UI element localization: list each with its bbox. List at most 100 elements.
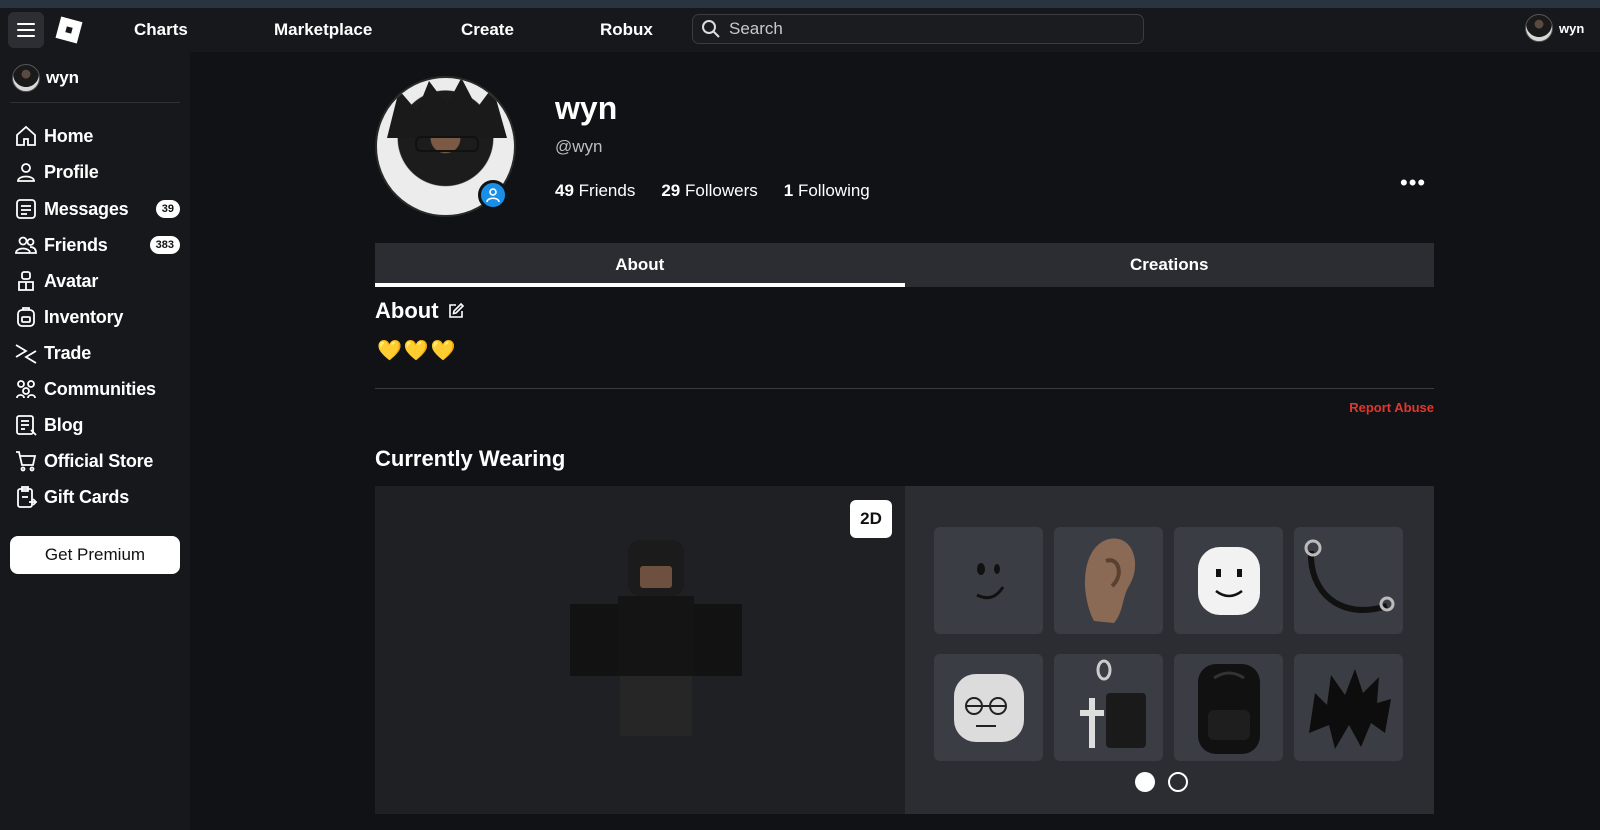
sleepy-head-icon — [953, 673, 1024, 742]
messages-badge: 39 — [155, 200, 180, 218]
top-user-name: wyn — [1559, 20, 1585, 36]
sidebar-divider — [10, 102, 180, 103]
get-premium-button[interactable]: Get Premium — [10, 536, 180, 574]
sidebar-item-label: Official Store — [44, 450, 154, 471]
smile-head-icon — [1197, 546, 1260, 615]
sidebar-item-label: Blog — [44, 414, 84, 435]
friends-badge: 383 — [149, 236, 180, 254]
edit-icon[interactable] — [447, 302, 465, 320]
blog-icon — [12, 411, 40, 439]
currently-wearing-title: Currently Wearing — [375, 446, 566, 471]
smile-face-icon — [975, 562, 1004, 599]
sidebar-item-label: Friends — [44, 234, 108, 255]
sidebar-item-trade[interactable]: Trade — [12, 338, 182, 368]
cross-keychain-icon — [1079, 659, 1146, 748]
friends-count: 49 — [555, 181, 574, 200]
sidebar-item-label: Messages — [44, 198, 129, 219]
profile-handle: @wyn — [555, 137, 603, 156]
avatar — [1525, 14, 1553, 42]
sidebar-item-official-store[interactable]: Official Store — [12, 446, 182, 476]
avatar-hair — [387, 78, 507, 138]
nav-charts[interactable]: Charts — [134, 20, 188, 40]
black-hair-icon — [1308, 668, 1391, 749]
sidebar-item-avatar[interactable]: Avatar — [12, 266, 182, 296]
worn-items-panel — [905, 486, 1434, 814]
menu-icon[interactable] — [8, 12, 44, 48]
pager-dot-2[interactable] — [1168, 772, 1188, 792]
nav-marketplace[interactable]: Marketplace — [274, 20, 372, 40]
sidebar-item-messages[interactable]: Messages 39 — [12, 194, 182, 224]
tab-about[interactable]: About — [375, 243, 905, 287]
sidebar-item-communities[interactable]: Communities — [12, 374, 182, 404]
avatar-icon — [12, 267, 40, 295]
cross-keychain-item[interactable] — [1054, 654, 1163, 761]
sidebar-item-label: Gift Cards — [44, 486, 130, 507]
following-count: 1 — [783, 181, 794, 200]
chain-strap-icon — [1304, 539, 1394, 613]
nav-robux[interactable]: Robux — [600, 20, 653, 40]
ear-icon — [1084, 537, 1135, 623]
roblox-logo-icon[interactable] — [54, 15, 84, 45]
about-description: 💛💛💛 — [377, 340, 458, 362]
ear-item[interactable] — [1054, 527, 1163, 634]
messages-icon — [12, 195, 40, 223]
sidebar-item-label: Home — [44, 125, 94, 146]
friends-stat[interactable]: 49 Friends — [555, 181, 635, 201]
friends-stat-label: Friends — [578, 181, 636, 200]
communities-icon — [12, 375, 40, 403]
profile-display-name: wyn — [555, 90, 618, 126]
sleepy-head-item[interactable] — [934, 654, 1043, 761]
report-abuse-link[interactable]: Report Abuse — [1349, 400, 1434, 415]
sidebar-item-label: Profile — [44, 161, 99, 182]
nav-create[interactable]: Create — [461, 20, 514, 40]
top-navigation-bar: Charts Marketplace Create Robux wyn — [0, 8, 1600, 52]
avatar-glasses — [415, 136, 479, 152]
sidebar-item-label: Inventory — [44, 306, 124, 327]
more-options-icon[interactable]: ••• — [1400, 170, 1426, 196]
gift-card-icon — [12, 483, 40, 511]
sidebar-user[interactable]: wyn — [12, 64, 79, 92]
sidebar-item-blog[interactable]: Blog — [12, 410, 182, 440]
sidebar-item-inventory[interactable]: Inventory — [12, 302, 182, 332]
smile-head-item[interactable] — [1174, 527, 1283, 634]
sidebar-item-profile[interactable]: Profile — [12, 157, 182, 187]
following-stat-label: Following — [797, 181, 870, 200]
search-icon — [702, 20, 720, 38]
sidebar: wyn Home Profile Messages 39 Friends 383… — [0, 52, 190, 830]
toggle-2d-button[interactable]: 2D — [850, 500, 892, 538]
chain-strap-item[interactable] — [1294, 527, 1403, 634]
black-backpack-item[interactable] — [1174, 654, 1283, 761]
online-status-icon — [478, 180, 508, 210]
profile-icon — [12, 158, 40, 186]
black-backpack-icon — [1197, 663, 1260, 754]
profile-tabs: About Creations — [375, 243, 1434, 287]
about-section-title: About — [375, 298, 465, 324]
avatar-figure — [570, 536, 742, 746]
store-icon — [12, 447, 40, 475]
sidebar-user-name: wyn — [46, 68, 80, 87]
about-heading: About — [375, 298, 439, 323]
avatar-viewer[interactable]: 2D — [375, 486, 905, 814]
about-divider — [375, 388, 1434, 389]
trade-icon — [12, 339, 40, 367]
top-user-menu[interactable]: wyn — [1525, 14, 1584, 42]
profile-stats: 49 Friends 29 Followers 1 Following — [555, 181, 870, 201]
followers-stat[interactable]: 29 Followers — [661, 181, 757, 201]
tab-creations[interactable]: Creations — [905, 243, 1435, 287]
inventory-icon — [12, 303, 40, 331]
home-icon — [12, 122, 40, 150]
following-stat[interactable]: 1 Following — [784, 181, 870, 201]
avatar — [12, 64, 40, 92]
pager-dot-1[interactable] — [1135, 772, 1155, 792]
search-input[interactable] — [729, 19, 1129, 39]
search-box[interactable] — [692, 14, 1144, 44]
friends-icon — [12, 231, 40, 259]
sidebar-item-gift-cards[interactable]: Gift Cards — [12, 482, 182, 512]
window-top-strip — [0, 0, 1600, 8]
sidebar-item-home[interactable]: Home — [12, 121, 182, 151]
followers-count: 29 — [661, 181, 681, 200]
sidebar-item-friends[interactable]: Friends 383 — [12, 230, 182, 260]
followers-stat-label: Followers — [685, 181, 758, 200]
black-hair-item[interactable] — [1294, 654, 1403, 761]
smile-face-item[interactable] — [934, 527, 1043, 634]
